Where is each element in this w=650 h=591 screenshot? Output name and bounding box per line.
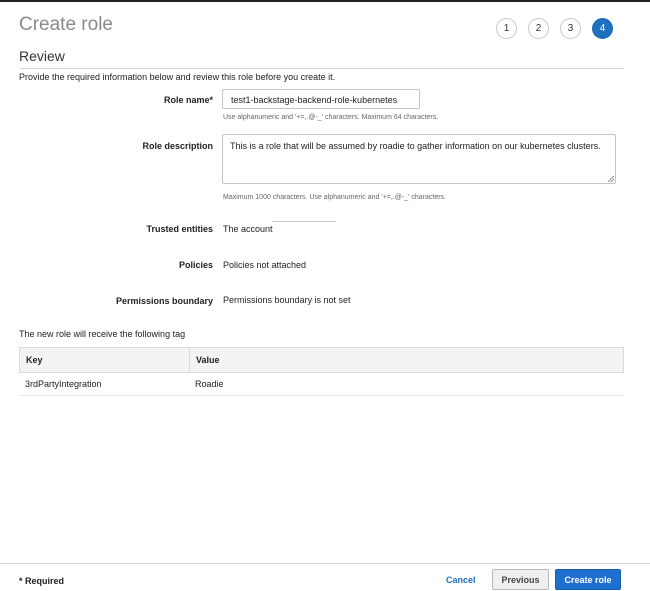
account-underline — [272, 221, 336, 222]
role-name-label: Role name* — [163, 95, 213, 105]
role-name-input[interactable]: test1-backstage-backend-role-kubernetes — [222, 89, 420, 109]
trusted-entities-label: Trusted entities — [146, 224, 213, 234]
role-description-text: This is a role that will be assumed by r… — [230, 141, 601, 151]
tag-value-cell: Roadie — [195, 379, 224, 389]
policies-value: Policies not attached — [223, 260, 307, 270]
intro-text: Provide the required information below a… — [19, 72, 336, 82]
permissions-boundary-value: Permissions boundary is not set — [223, 295, 351, 305]
required-note: * Required — [19, 576, 65, 586]
step-4: 4 — [592, 18, 613, 39]
resize-handle-icon[interactable] — [608, 176, 614, 182]
table-row: 3rdPartyIntegration Roadie — [19, 373, 624, 396]
divider — [19, 68, 624, 69]
role-description-hint: Maximum 1000 characters. Use alphanumeri… — [223, 194, 446, 201]
column-header-key: Key — [20, 348, 190, 372]
permissions-boundary-label: Permissions boundary — [115, 296, 213, 306]
role-name-hint: Use alphanumeric and '+=,.@-_' character… — [223, 114, 439, 121]
tag-key-cell: 3rdPartyIntegration — [25, 379, 102, 389]
trusted-entities-value: The account — [223, 224, 273, 234]
policies-label: Policies — [178, 260, 213, 270]
footer: * Required Cancel Previous Create role — [0, 563, 650, 591]
role-description-label: Role description — [142, 141, 213, 151]
table-header: Key Value — [19, 347, 624, 373]
tags-note: The new role will receive the following … — [19, 329, 186, 339]
step-2[interactable]: 2 — [528, 18, 549, 39]
step-3[interactable]: 3 — [560, 18, 581, 39]
create-role-button[interactable]: Create role — [555, 569, 621, 590]
previous-button[interactable]: Previous — [492, 569, 549, 590]
tags-table: Key Value 3rdPartyIntegration Roadie — [19, 347, 624, 396]
section-title: Review — [19, 48, 65, 64]
step-1[interactable]: 1 — [496, 18, 517, 39]
column-header-value: Value — [196, 355, 220, 365]
cancel-button[interactable]: Cancel — [446, 575, 476, 585]
role-description-textarea[interactable]: This is a role that will be assumed by r… — [222, 134, 616, 184]
page-title: Create role — [19, 14, 113, 35]
wizard-steps: 1 2 3 4 — [496, 18, 613, 39]
